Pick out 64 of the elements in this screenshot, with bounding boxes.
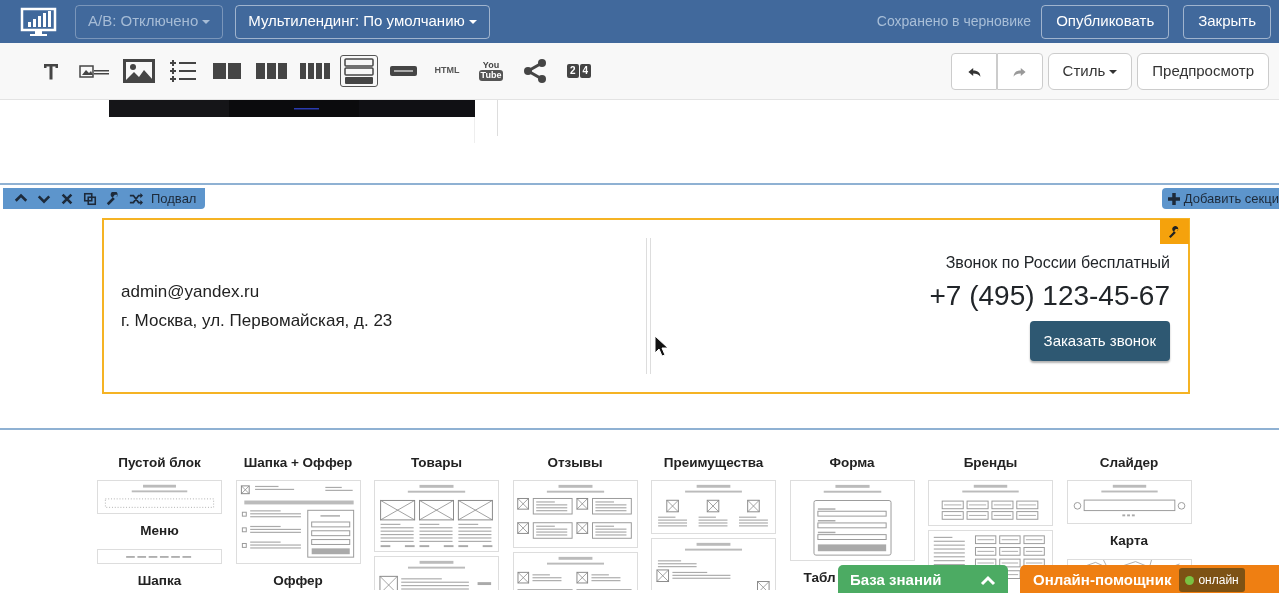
status-text: онлайн	[1198, 572, 1239, 589]
template-thumbnail[interactable]	[1066, 480, 1192, 525]
text-tool-icon	[41, 61, 61, 81]
counter-tool-button[interactable]: 2 4	[560, 55, 598, 87]
call-note-text: Звонок по России бесплатный	[945, 252, 1170, 273]
video-tool-button[interactable]: You Tube	[472, 55, 510, 87]
share-icon	[523, 59, 547, 83]
template-thumbnail[interactable]	[512, 480, 638, 549]
template-category-title: Карта	[1108, 532, 1150, 551]
template-thumbnail[interactable]	[651, 480, 776, 535]
tool-button[interactable]	[340, 55, 378, 87]
template-category-title: Меню	[139, 522, 180, 541]
copy-icon	[82, 191, 97, 206]
template-category-title: Отзывы	[546, 454, 604, 472]
template-category-title: Пустой блок	[117, 454, 202, 472]
template-thumbnail[interactable]	[651, 538, 776, 590]
style-dropdown[interactable]: Стиль	[1047, 52, 1133, 90]
shuffle-icon	[128, 191, 143, 206]
monitor-chart-logo-icon	[20, 6, 57, 37]
order-call-button[interactable]: Заказать звонок	[1029, 320, 1170, 362]
html-tool-button[interactable]: HTML	[428, 55, 466, 87]
stacked-rows-icon	[344, 57, 374, 85]
four-columns-icon	[300, 61, 330, 81]
list-icon	[168, 59, 198, 83]
template-thumbnail[interactable]	[928, 480, 1053, 527]
assistant-button[interactable]: Онлайн-помощник онлайн	[1020, 565, 1279, 593]
save-status-text: Сохранено в черновике	[876, 12, 1032, 31]
template-category-title: Шапка	[136, 571, 183, 590]
add-section-button[interactable]: Добавить секци	[1161, 188, 1279, 209]
preview-button[interactable]: Предпросмотр	[1137, 52, 1269, 90]
delete-icon	[59, 191, 74, 206]
template-category-title: Слайдер	[1098, 454, 1160, 472]
address-text: г. Москва, ул. Первомайская, д. 23	[121, 310, 394, 332]
publish-button[interactable]: Опубликовать	[1041, 4, 1170, 39]
phone-number: +7 (495) 123-45-67	[929, 280, 1170, 312]
template-category-title: Шапка + Оффер	[242, 454, 354, 472]
settings-button[interactable]	[1160, 219, 1189, 244]
wrench-icon	[105, 191, 120, 206]
undo-button[interactable]	[950, 52, 997, 90]
footer-block[interactable]: admin@yandex.ru г. Москва, ул. Первомайская, д. 23 Звонок по России бесплатный +7 (495) 123-45-67 Заказать звонок	[102, 218, 1190, 394]
email-text: admin@yandex.ru	[121, 280, 261, 303]
dropdown-button[interactable]: Мультилендинг: По умолчанию	[235, 4, 490, 39]
template-category-title: Оффер	[272, 572, 324, 590]
template-thumbnail[interactable]	[97, 548, 222, 564]
button-icon	[388, 63, 418, 79]
template-category-title: Табл	[803, 569, 836, 588]
image-icon	[123, 59, 155, 83]
template-thumbnail[interactable]	[789, 480, 915, 562]
template-thumbnail[interactable]	[97, 480, 222, 515]
plus-icon	[1167, 192, 1180, 205]
template-thumbnail[interactable]	[235, 480, 361, 565]
two-columns-icon	[213, 61, 241, 81]
template-category-title: Бренды	[962, 454, 1019, 472]
cursor-icon	[654, 335, 668, 357]
template-category-title: Товары	[409, 454, 463, 472]
wrench-icon	[1168, 225, 1181, 238]
assistant-label: Онлайн-помощник	[1033, 569, 1172, 590]
chevron-up-icon	[980, 574, 996, 586]
section-name: Подвал	[151, 189, 197, 208]
close-button[interactable]: Закрыть	[1183, 4, 1271, 39]
template-thumbnail[interactable]	[374, 480, 499, 553]
three-columns-icon	[255, 61, 287, 81]
template-category-title: Форма	[828, 454, 876, 472]
template-category-title: Преимущества	[662, 454, 765, 472]
